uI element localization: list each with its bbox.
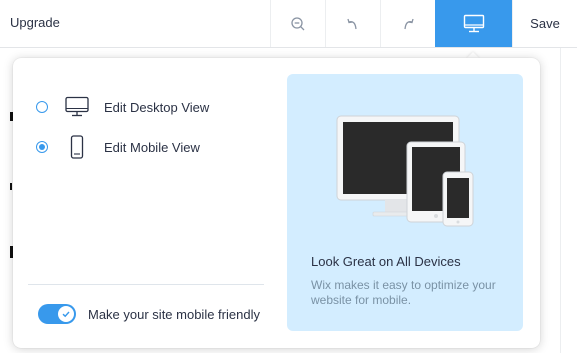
mobile-friendly-toggle-row: Make your site mobile friendly xyxy=(38,303,260,325)
desktop-radio[interactable] xyxy=(36,101,48,113)
device-switch-button[interactable] xyxy=(435,0,512,47)
canvas-guide-line xyxy=(560,48,561,353)
check-icon xyxy=(62,311,70,318)
mobile-option-icon xyxy=(64,135,90,159)
redo-button[interactable] xyxy=(380,0,435,47)
save-button[interactable]: Save xyxy=(512,0,577,47)
panel-title: Look Great on All Devices xyxy=(311,254,461,269)
toggle-knob xyxy=(58,306,74,322)
zoom-out-icon xyxy=(291,16,305,30)
mobile-option-label: Edit Mobile View xyxy=(104,139,200,155)
mobile-friendly-label: Make your site mobile friendly xyxy=(88,306,260,322)
upgrade-link[interactable]: Upgrade xyxy=(10,15,60,30)
mobile-friendly-toggle[interactable] xyxy=(38,304,76,324)
option-edit-mobile[interactable]: Edit Mobile View xyxy=(36,135,266,159)
undo-button[interactable] xyxy=(325,0,380,47)
popover-divider xyxy=(28,284,264,285)
redo-icon xyxy=(404,18,414,29)
devices-illustration xyxy=(336,115,474,227)
undo-icon xyxy=(347,18,357,29)
option-edit-desktop[interactable]: Edit Desktop View xyxy=(36,95,266,119)
desktop-option-icon xyxy=(64,96,90,118)
devices-info-panel: Look Great on All Devices Wix makes it e… xyxy=(287,74,523,331)
zoom-out-button[interactable] xyxy=(270,0,325,47)
desktop-icon xyxy=(463,14,484,32)
mobile-radio[interactable] xyxy=(36,141,48,153)
canvas-text-fragment xyxy=(10,183,12,190)
desktop-option-label: Edit Desktop View xyxy=(104,99,210,115)
mobile-icon xyxy=(70,135,84,159)
desktop-icon xyxy=(65,96,89,117)
editor-top-bar: Upgrade Save xyxy=(0,0,577,48)
panel-description: Wix makes it easy to optimize your websi… xyxy=(311,278,496,307)
